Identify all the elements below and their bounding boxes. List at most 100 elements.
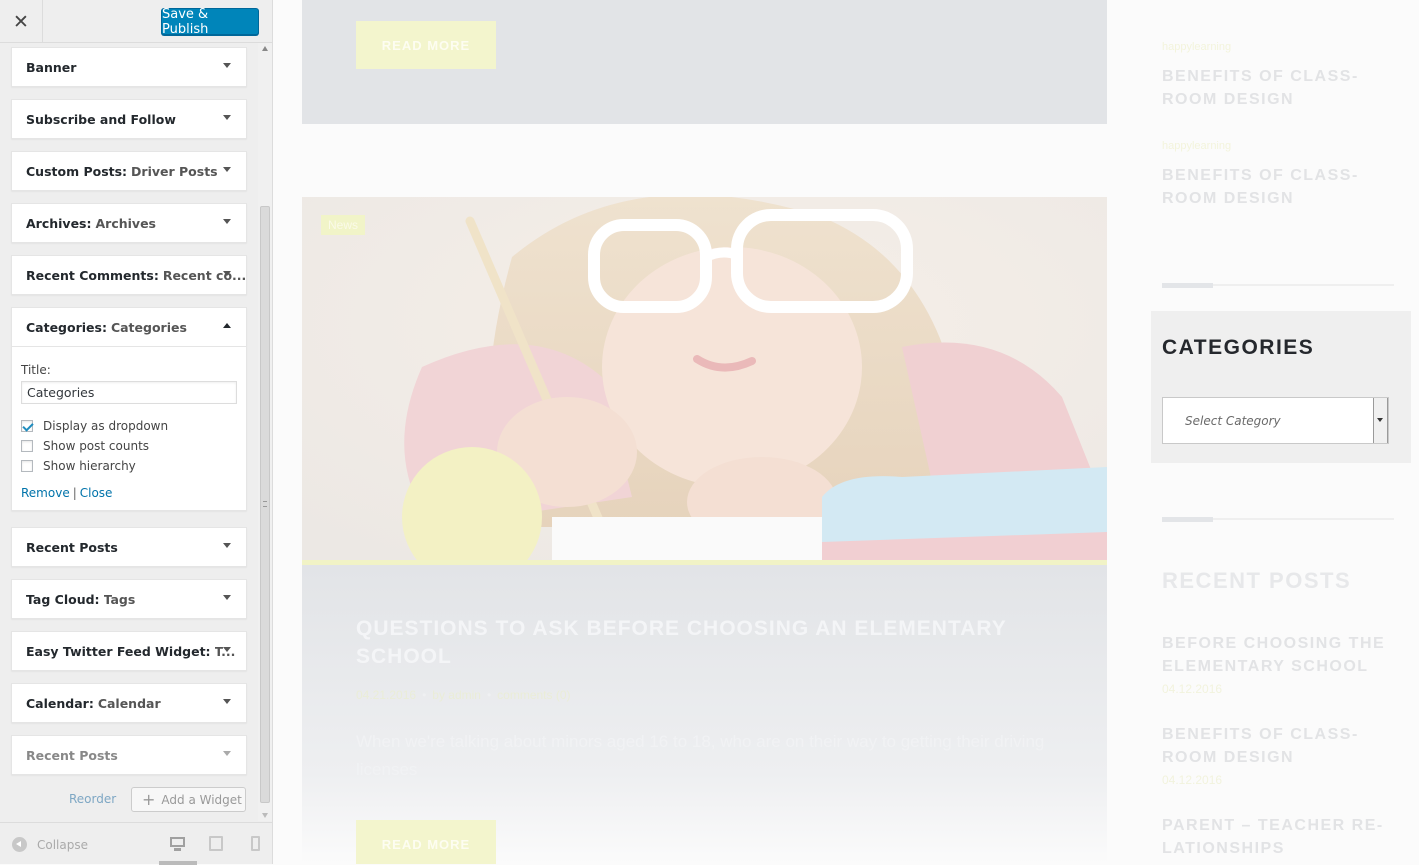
close-widget-link[interactable]: Close [80,486,113,500]
widget-subscribe-follow[interactable]: Subscribe and Follow [11,99,247,139]
widget-easy-twitter-feed[interactable]: Easy Twitter Feed Widget: T... [11,631,247,671]
recent-post-date: 04.12.2016 [1162,773,1223,787]
chevron-down-icon[interactable] [223,699,231,704]
customizer-footer: Collapse [0,822,272,865]
chevron-down-icon[interactable] [223,751,231,756]
widget-subtitle: Calendar [97,695,161,711]
widget-archives[interactable]: Archives: Archives [11,203,247,243]
widget-header[interactable]: Recent Comments: Recent co... [12,256,246,294]
title-field[interactable] [21,381,237,404]
widget-tag-cloud[interactable]: Tag Cloud: Tags [11,579,247,619]
post-counts-checkbox-label[interactable]: Show post counts [43,439,149,453]
widget-title: Tag Cloud: [26,591,100,607]
hierarchy-checkbox[interactable] [21,460,33,472]
close-customizer-button[interactable]: ✕ [0,0,43,43]
widget-title: Recent Posts [26,747,118,763]
dropdown-checkbox[interactable] [21,420,33,432]
tablet-preview-icon[interactable] [208,835,226,853]
chevron-down-icon[interactable] [223,63,231,68]
categories-widget-form: Title: Display as dropdown Show post cou… [12,346,246,510]
sidebar-scrollbar[interactable] [258,43,272,821]
active-device-indicator [159,861,197,865]
post-meta: 04.21.2016 • by admin • comments (0) [356,688,571,702]
widget-title: Banner [26,59,77,75]
remove-widget-link[interactable]: Remove [21,486,70,500]
mobile-preview-icon[interactable] [248,835,266,853]
widget-title: Easy Twitter Feed Widget: [26,643,211,659]
widget-recent-comments[interactable]: Recent Comments: Recent co... [11,255,247,295]
title-field-label: Title: [21,363,51,377]
read-more-button[interactable]: READ MORE [356,21,496,69]
widget-header[interactable]: Tag Cloud: Tags [12,580,246,618]
recent-post-title[interactable]: PARENT – TEACHER RE-LATIONSHIPS [1162,814,1394,860]
sidebar-post-title[interactable]: BENEFITS OF CLASS-ROOM DESIGN [1162,164,1394,210]
chevron-down-icon[interactable] [223,271,231,276]
widget-header[interactable]: Subscribe and Follow [12,100,246,138]
scroll-down-icon[interactable] [262,813,268,818]
scrollbar-thumb[interactable] [260,206,270,803]
widget-title: Recent Posts [26,539,118,555]
scroll-up-icon[interactable] [262,46,268,51]
add-widget-button[interactable]: + Add a Widget [131,787,246,812]
chevron-down-icon[interactable] [223,167,231,172]
recent-post-title[interactable]: BENEFITS OF CLASS-ROOM DESIGN [1162,723,1394,769]
widget-custom-posts[interactable]: Custom Posts: Driver Posts [11,151,247,191]
widget-title: Custom Posts: [26,163,128,179]
collapse-label: Collapse [37,837,88,852]
post-category-label[interactable]: happylearning [1162,41,1231,53]
widget-calendar[interactable]: Calendar: Calendar [11,683,247,723]
widget-recent-posts-2[interactable]: Recent Posts [11,735,247,775]
chevron-down-icon[interactable] [223,115,231,120]
widget-header[interactable]: Recent Posts [12,736,246,774]
category-select[interactable]: Select Category [1162,397,1389,444]
option-show-post-counts[interactable]: Show post counts [21,436,237,456]
recent-posts-title: RECENT POSTS [1162,568,1352,593]
post-featured-image[interactable] [302,197,1107,560]
widget-header[interactable]: Banner [12,48,246,86]
widget-title: Subscribe and Follow [26,111,176,127]
dropdown-arrow-icon[interactable] [1373,398,1388,443]
collapse-arrow-icon [12,837,27,852]
widget-header[interactable]: Calendar: Calendar [12,684,246,722]
post-title[interactable]: QUESTIONS TO ASK BEFORE CHOOSING AN ELEM… [356,615,1076,671]
widget-header[interactable]: Easy Twitter Feed Widget: T... [12,632,246,670]
post-category-label[interactable]: happylearning [1162,140,1231,152]
add-widget-label: Add a Widget [161,792,242,807]
widget-header[interactable]: Custom Posts: Driver Posts [12,152,246,190]
widget-header[interactable]: Categories: Categories [12,308,246,346]
desktop-preview-icon[interactable] [169,835,187,853]
widget-banner[interactable]: Banner [11,47,247,87]
widget-title: Categories: [26,319,107,335]
reorder-link[interactable]: Reorder [69,792,116,806]
chevron-down-icon[interactable] [223,543,231,548]
post-counts-checkbox[interactable] [21,440,33,452]
dropdown-checkbox-label[interactable]: Display as dropdown [43,419,168,433]
chevron-down-icon[interactable] [223,219,231,224]
chevron-down-icon[interactable] [223,647,231,652]
post-excerpt: When we're talking about minors aged 16 … [356,732,1045,779]
collapse-button[interactable]: Collapse [12,837,88,852]
widget-header[interactable]: Recent Posts [12,528,246,566]
read-more-button[interactable]: READ MORE [356,820,496,864]
categories-title: CATEGORIES [1162,336,1315,359]
hierarchy-checkbox-label[interactable]: Show hierarchy [43,459,136,473]
controls-separator: | [72,486,77,500]
recent-post-title[interactable]: BEFORE CHOOSING THE ELEMENTARY SCHOOL [1162,632,1394,678]
option-display-dropdown[interactable]: Display as dropdown [21,416,237,436]
widget-recent-posts[interactable]: Recent Posts [11,527,247,567]
widget-header[interactable]: Archives: Archives [12,204,246,242]
chevron-up-icon[interactable] [223,323,231,328]
widget-categories[interactable]: Categories: Categories Title: Display as… [11,307,247,511]
option-show-hierarchy[interactable]: Show hierarchy [21,456,237,476]
plus-icon: + [142,790,156,809]
chevron-down-icon[interactable] [223,595,231,600]
category-badge[interactable]: News [321,215,366,235]
post-comments[interactable]: comments (0) [497,688,570,702]
meta-dot-icon: • [422,688,427,702]
post-date: 04.21.2016 [356,688,417,702]
sidebar-divider-accent [1162,283,1213,288]
widget-actions: Reorder + Add a Widget [11,786,247,812]
sidebar-post-title[interactable]: BENEFITS OF CLASS-ROOM DESIGN [1162,65,1394,111]
save-publish-button[interactable]: Save & Publish [161,7,259,37]
post-author[interactable]: by admin [432,688,481,702]
